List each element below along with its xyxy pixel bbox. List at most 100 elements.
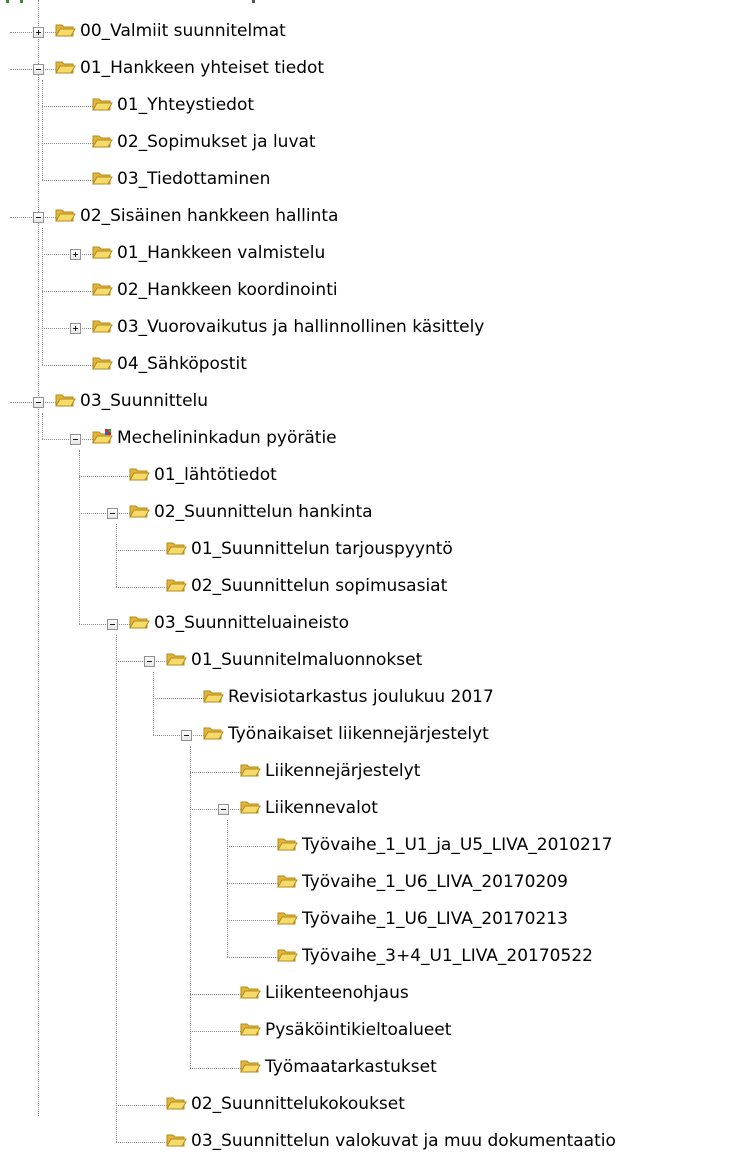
tree-connector-line [190,1031,241,1032]
tree-connector-line [116,1142,167,1143]
expand-toggle[interactable] [70,249,81,260]
folder-icon [239,798,261,817]
tree-connector-line [153,698,204,699]
folder-label[interactable]: Työvaihe_3+4_U1_LIVA_20170522 [302,946,593,966]
folder-label[interactable]: 02_Suunnittelun hankinta [154,502,373,522]
tree-connector-line [153,735,204,736]
expand-toggle[interactable] [33,27,44,38]
tree-connector-line [190,1068,241,1069]
collapse-toggle[interactable] [33,397,44,408]
tree-connector-line [42,143,93,144]
folder-label[interactable]: 03_Tiedottaminen [117,169,270,189]
folder-label[interactable]: 04_Sähköpostit [117,354,247,374]
folder-label[interactable]: Pysäköintikieltoalueet [265,1020,451,1040]
folder-label[interactable]: 02_Sisäinen hankkeen hallinta [80,206,338,226]
folder-label[interactable]: 02_Suunnittelukokoukset [191,1094,405,1114]
folder-label[interactable]: Mechelininkadun pyörätie [117,428,337,448]
folder-icon [54,206,76,225]
folder-icon [239,1020,261,1039]
tree-connector-line [42,439,93,440]
tree-connector-line [38,0,39,1116]
folder-label[interactable]: Liikennejärjestelyt [265,761,420,781]
folder-label[interactable]: 01_Suunnitelmaluonnokset [191,650,422,670]
folder-label[interactable]: Työmaatarkastukset [265,1057,437,1077]
tree-connector-line [116,635,117,1142]
folder-icon [128,465,150,484]
collapse-toggle[interactable] [218,804,229,815]
folder-label[interactable]: 03_Suunnitteluaineisto [154,613,349,633]
tree-connector-line [79,513,130,514]
collapse-toggle[interactable] [144,656,155,667]
tree-connector-line [116,1105,167,1106]
folder-label[interactable]: Työvaihe_1_U6_LIVA_20170209 [302,872,568,892]
folder-icon [165,1131,187,1150]
tree-connector-line [42,365,93,366]
tree-connector-line [190,809,241,810]
tree-connector-line [42,228,43,365]
folder-label[interactable]: 00_Valmiit suunnitelmat [80,21,286,41]
folder-label[interactable]: 01_Suunnittelun tarjouspyyntö [191,539,453,559]
folder-label[interactable]: 03_Suunnittelu [80,391,208,411]
folder-icon [239,983,261,1002]
tree-connector-line [42,180,93,181]
project-folder-icon [91,428,113,447]
folder-label[interactable]: 02_Sopimukset ja luvat [117,132,316,152]
tree-connector-line [42,291,93,292]
folder-label[interactable]: Työvaihe_1_U1_ja_U5_LIVA_2010217 [302,835,612,855]
tree-connector-line [116,550,167,551]
collapse-toggle[interactable] [181,730,192,741]
clipped-tree-line [6,0,9,3]
folder-label[interactable]: 03_Suunnittelun valokuvat ja muu dokumen… [191,1131,616,1151]
tree-connector-line [79,476,130,477]
folder-icon [276,909,298,928]
folder-icon [91,354,113,373]
tree-connector-line [116,587,167,588]
tree-connector-line [227,846,278,847]
folder-label[interactable]: Työvaihe_1_U6_LIVA_20170213 [302,909,568,929]
folder-icon [276,872,298,891]
folder-label[interactable]: 01_Hankkeen yhteiset tiedot [80,58,324,78]
tree-connector-line [116,661,167,662]
folder-icon [128,502,150,521]
folder-icon [91,95,113,114]
tree-connector-line [227,883,278,884]
folder-icon [54,58,76,77]
tree-connector-line [227,820,228,957]
folder-label[interactable]: 01_lähtötiedot [154,465,277,485]
folder-label[interactable]: 03_Vuorovaikutus ja hallinnollinen käsit… [117,317,484,337]
folder-tree: 00_Valmiit suunnitelmat 01_Hankkeen yhtei… [0,0,739,1151]
folder-icon [276,835,298,854]
folder-icon [54,21,76,40]
folder-icon [202,687,224,706]
folder-label[interactable]: Työnaikaiset liikennejärjestelyt [228,724,489,744]
collapse-toggle[interactable] [107,508,118,519]
collapse-toggle[interactable] [107,619,118,630]
tree-connector-line [42,106,93,107]
folder-icon [128,613,150,632]
folder-icon [239,761,261,780]
collapse-toggle[interactable] [33,212,44,223]
folder-icon [165,1094,187,1113]
folder-label[interactable]: 01_Yhteystiedot [117,95,254,115]
folder-icon [54,391,76,410]
folder-label[interactable]: Revisiotarkastus joulukuu 2017 [228,687,494,707]
folder-icon [165,650,187,669]
tree-connector-line [116,524,117,587]
folder-label[interactable]: 02_Suunnittelun sopimusasiat [191,576,447,596]
folder-icon [276,946,298,965]
tree-connector-line [42,328,93,329]
expand-toggle[interactable] [70,323,81,334]
folder-icon [91,132,113,151]
folder-label[interactable]: Liikennevalot [265,798,378,818]
collapse-toggle[interactable] [33,64,44,75]
folder-icon [165,576,187,595]
folder-label[interactable]: 01_Hankkeen valmistelu [117,243,325,263]
tree-connector-line [190,746,191,1068]
tree-connector-line [227,957,278,958]
folder-label[interactable]: 02_Hankkeen koordinointi [117,280,338,300]
folder-icon [91,317,113,336]
folder-label[interactable]: Liikenteenohjaus [265,983,409,1003]
clipped-previous-row [0,0,280,6]
tree-connector-line [42,80,43,180]
collapse-toggle[interactable] [70,434,81,445]
